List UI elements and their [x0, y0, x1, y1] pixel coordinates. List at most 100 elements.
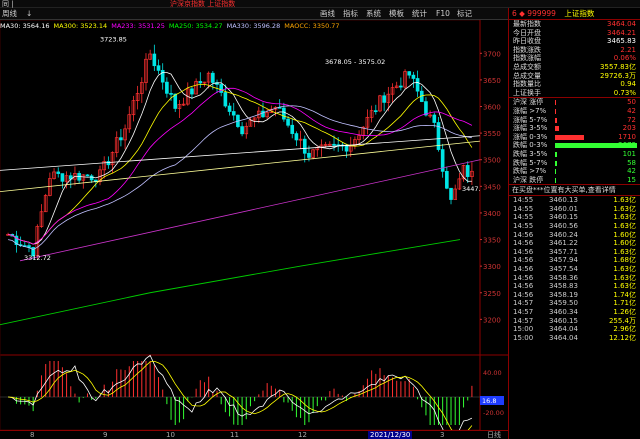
chart-annotations: 3723.85 3678.05 - 3575.02 3312.72 3447.: [24, 36, 481, 262]
quote-value: 3464.21: [607, 28, 636, 37]
quote-value: 3557.83亿: [600, 62, 636, 71]
tick-row: 14:56 3458.36 1.63亿: [509, 274, 640, 283]
toolbar-period-button[interactable]: 周线: [2, 8, 17, 20]
ma30-line: [8, 72, 472, 245]
breadth-bar: [555, 151, 557, 157]
title-bar: 同 | 沪深京指数 上证指数: [0, 0, 640, 8]
tick-price: 3460.15: [549, 316, 578, 325]
quote-header: 6 ◆ 999999 上证指数: [509, 8, 640, 20]
quote-value: 29726.3万: [600, 71, 636, 80]
breadth-bar: [555, 169, 556, 175]
candlestick-chart[interactable]: 40.00 -20.00 16.8 3700 3650 3600 3550 3500 3450…: [0, 20, 508, 431]
tick-volume: 1.63亿: [613, 213, 636, 222]
candle-body: [227, 105, 232, 112]
alert-message[interactable]: 在买盘***位置有大买单,查看详情: [509, 185, 640, 195]
quote-label: 指数量比: [513, 80, 541, 89]
plot-border: [0, 20, 481, 431]
breadth-label: 跌幅 >7%: [513, 167, 547, 176]
candle-body: [240, 126, 244, 135]
breadth-label: 跌幅 3-5%: [513, 149, 548, 158]
tick-volume: 1.63亿: [613, 265, 636, 274]
candle-body: [156, 65, 161, 71]
tick-row: 14:56 3457.94 1.68亿: [509, 256, 640, 265]
toolbar-stats-button[interactable]: 统计: [412, 8, 427, 20]
price-marker-last: 3447.: [462, 185, 481, 193]
breadth-count: 58: [627, 158, 636, 167]
tick-volume: 255.4万: [608, 316, 636, 325]
date-tick: 8: [30, 431, 35, 439]
toolbar-system-button[interactable]: 系统: [366, 8, 381, 20]
price-axis-tick: 3600: [483, 104, 501, 112]
price-axis-tick: 3400: [483, 210, 501, 218]
macd-last-value: 16.8: [482, 397, 496, 405]
toolbar-indicator-button[interactable]: 指标: [343, 8, 358, 20]
price-axis-tick: 3550: [483, 130, 501, 138]
tick-volume: 2.96亿: [613, 325, 636, 334]
ma-long-line: [0, 135, 481, 171]
macd-dea-line: [8, 360, 473, 431]
toolbar-mark-button[interactable]: 标记: [457, 8, 472, 20]
tick-row: 14:55 3460.13 1.63亿: [509, 196, 640, 205]
breadth-count: 50: [627, 98, 636, 107]
price-axis-tick: 3350: [483, 237, 501, 245]
quote-rows: 最新指数 3464.04 今日开盘 3464.21 昨日收盘 3465.83 指数涨跌…: [509, 20, 640, 97]
tick-price: 3464.04: [549, 333, 578, 342]
quote-row: 总成交额 3557.83亿: [509, 63, 640, 72]
tick-time: 15:00: [513, 325, 534, 334]
ma-legend-item-1: MA300: 3523.14: [53, 22, 108, 30]
candle-body: [449, 187, 453, 200]
tick-time: 14:56: [513, 230, 534, 239]
tick-volume: 1.71亿: [613, 299, 636, 308]
breadth-label: 跌幅 0-3%: [513, 141, 548, 150]
candle-body: [190, 88, 194, 95]
candle-body: [373, 110, 378, 113]
tick-volume: 1.63亿: [613, 196, 636, 205]
toolbar-draw-button[interactable]: 画线: [320, 8, 335, 20]
breadth-distribution: 沪深 涨停 50 涨幅 >7% 42 涨幅 5-7% 72 涨幅 3-5% 203 涨幅…: [509, 98, 640, 184]
tick-time: 14:56: [513, 247, 534, 256]
quote-label: 总成交量: [513, 71, 541, 80]
tick-list[interactable]: 14:55 3460.13 1.63亿 14:55 3460.01 1.63亿 14…: [509, 196, 640, 342]
ma-legend-item-5: MAOCC: 3350.77: [284, 22, 340, 30]
candle-body: [445, 171, 449, 189]
toolbar-down-button[interactable]: ↓: [26, 8, 32, 20]
tick-time: 14:55: [513, 204, 534, 213]
date-tick: 10: [166, 431, 175, 439]
tick-time: 14:57: [513, 316, 534, 325]
macd-indicator: 40.00 -20.00 16.8: [0, 354, 504, 431]
breadth-row: 涨幅 3-5% 203: [509, 124, 640, 133]
ma-long-line: [0, 140, 481, 193]
ma-legend-item-4: MA330: 3596.28: [226, 22, 281, 30]
tick-time: 14:55: [513, 213, 534, 222]
candle-body: [399, 85, 403, 88]
quote-row: 上证换手 0.73%: [509, 89, 640, 98]
ma-legend: MA30: 3564.16 MA300: 3523.14 MA233: 3531…: [0, 21, 508, 31]
breadth-count: 42: [627, 106, 636, 115]
quote-value: 3464.04: [607, 20, 636, 28]
tick-volume: 1.60亿: [613, 230, 636, 239]
menu-label[interactable]: 同 |: [2, 0, 14, 8]
tick-time: 14:56: [513, 290, 534, 299]
tick-volume: 12.12亿: [608, 333, 636, 342]
candle-body: [465, 165, 470, 177]
quote-value: 0.94: [620, 80, 636, 89]
breadth-count: 1710: [618, 132, 636, 141]
candle-body: [332, 143, 336, 146]
tick-price: 3460.56: [549, 222, 578, 231]
quote-label: 昨日收盘: [513, 37, 541, 46]
candle-body: [415, 78, 420, 92]
date-axis: 8 9 10 11 12 2021/12/30 3 日线: [0, 430, 508, 439]
price-marker-high: 3723.85: [100, 36, 127, 44]
tick-row: 14:57 3459.50 1.71亿: [509, 299, 640, 308]
candle-body: [169, 93, 173, 95]
chart-grid: [0, 20, 508, 431]
candle-body: [219, 84, 224, 93]
price-axis-tick: 3450: [483, 183, 501, 191]
toolbar-f10-button[interactable]: F10: [436, 8, 450, 20]
candle-body: [286, 118, 290, 126]
toolbar-template-button[interactable]: 模板: [389, 8, 404, 20]
candle-body: [89, 175, 94, 181]
ma-legend-item-3: MA250: 3534.27: [168, 22, 223, 30]
tick-price: 3457.71: [549, 247, 578, 256]
candle-body: [119, 137, 123, 141]
